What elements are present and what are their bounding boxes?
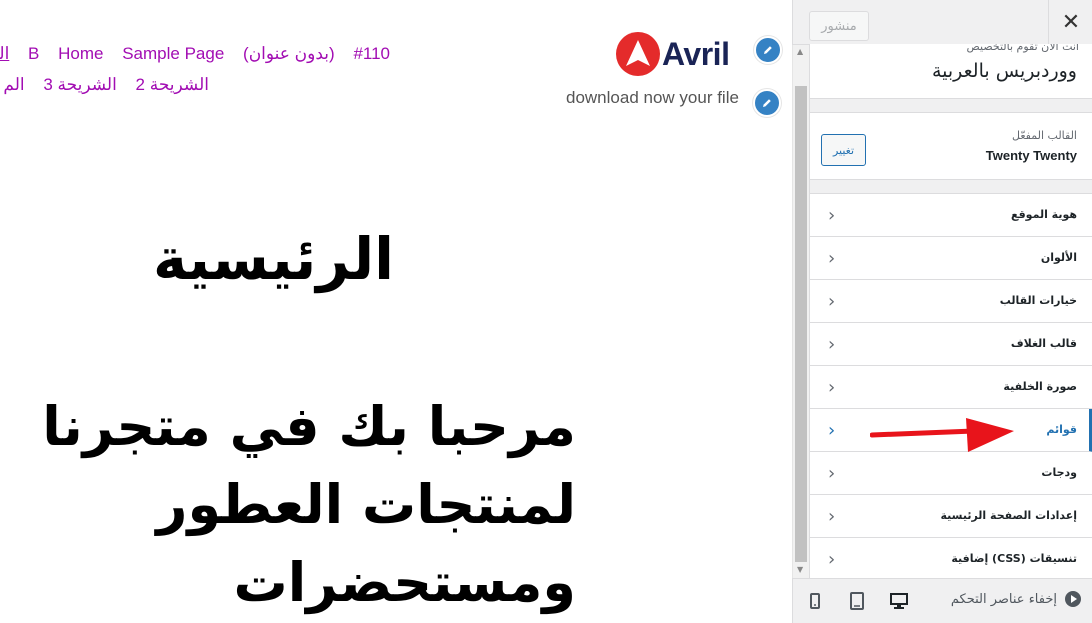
site-info: أنت الآن تقوم بالتخصيص ووردبريس بالعربية [810, 44, 1092, 99]
menu-item[interactable]: الر [0, 44, 9, 63]
section-label: إعدادات الصفحة الرئيسية [940, 509, 1077, 522]
menu-item[interactable]: B [28, 44, 39, 63]
hide-controls-button[interactable]: إخفاء عناصر التحكم [951, 591, 1081, 607]
change-theme-button[interactable]: تغيير [821, 134, 866, 166]
menu-item[interactable]: Sample Page [122, 44, 224, 63]
menu-item[interactable]: Home [58, 44, 103, 63]
preview-scrollbar[interactable]: ▲ ▼ [792, 44, 810, 578]
publish-button[interactable]: منشور [809, 11, 869, 41]
mobile-preview-icon[interactable] [805, 591, 825, 611]
collapse-arrow-icon [1065, 591, 1081, 607]
section-label: قالب الغلاف [1010, 337, 1077, 350]
customizer-header: منشور ✕ [792, 0, 1092, 45]
section-label: تنسيقات (CSS) إضافية [951, 552, 1077, 565]
section-widgets[interactable]: ودجات ‹ [810, 452, 1092, 495]
menu-item[interactable]: الم [3, 75, 24, 94]
logo-text: Avril [662, 35, 730, 72]
menu-item[interactable]: #110 [353, 44, 390, 63]
chevron-left-icon: ‹ [828, 463, 836, 484]
page-title: الرئيسية [152, 225, 394, 293]
section-label: ودجات [1041, 466, 1077, 479]
tablet-preview-icon[interactable] [847, 591, 867, 611]
menu-item[interactable]: (بدون عنوان) [243, 44, 335, 63]
logo-mark-icon [616, 32, 660, 76]
section-colors[interactable]: الألوان ‹ [810, 237, 1092, 280]
section-label: صورة الخلفية [1003, 380, 1077, 393]
section-theme-options[interactable]: خيارات القالب ‹ [810, 280, 1092, 323]
red-arrow-annotation [870, 418, 1014, 452]
customizer-footer: إخفاء عناصر التحكم [792, 578, 1092, 623]
section-label: خيارات القالب [999, 294, 1077, 307]
section-label: قوائم [1046, 423, 1077, 436]
site-preview: #110 (بدون عنوان) B Home Sample Page الر… [0, 0, 792, 622]
scroll-down-arrow-icon[interactable]: ▼ [797, 566, 803, 574]
chevron-left-icon: ‹ [828, 420, 836, 441]
hide-controls-label: إخفاء عناصر التحكم [950, 591, 1057, 607]
scroll-thumb[interactable] [795, 86, 807, 562]
active-theme-label: القالب المفعّل [1012, 129, 1077, 142]
chevron-left-icon: ‹ [828, 205, 836, 226]
section-label: الألوان [1040, 251, 1077, 264]
customizer-sections: هوية الموقع ‹ الألوان ‹ خيارات القالب ‹ … [810, 193, 1092, 578]
menu-item[interactable]: الشريحة 3 [43, 75, 116, 94]
chevron-left-icon: ‹ [828, 291, 836, 312]
active-theme-section: القالب المفعّل Twenty Twenty تغيير [810, 112, 1092, 180]
site-tagline: download now your file [566, 88, 739, 107]
site-logo[interactable]: Avril [616, 31, 752, 77]
section-background-image[interactable]: صورة الخلفية ‹ [810, 366, 1092, 409]
site-title: ووردبريس بالعربية [931, 60, 1077, 82]
section-cover-template[interactable]: قالب الغلاف ‹ [810, 323, 1092, 366]
section-additional-css[interactable]: تنسيقات (CSS) إضافية ‹ [810, 538, 1092, 578]
primary-menu-row-2: الشريحة 2 الشريحة 3 الم [0, 75, 209, 95]
theme-name: Twenty Twenty [985, 148, 1077, 163]
close-icon[interactable]: ✕ [1048, 0, 1092, 44]
section-label: هوية الموقع [1010, 208, 1077, 221]
chevron-left-icon: ‹ [828, 506, 836, 527]
welcome-heading: مرحبا بك في متجرنا لمنتجات العطور ومستحض… [42, 395, 576, 614]
desktop-preview-icon[interactable] [889, 591, 909, 611]
edit-tagline-pencil-icon[interactable] [753, 89, 781, 117]
primary-menu: #110 (بدون عنوان) B Home Sample Page الر [0, 44, 390, 64]
customizer-panel: أنت الآن تقوم بالتخصيص ووردبريس بالعربية… [809, 44, 1092, 578]
chevron-left-icon: ‹ [828, 549, 836, 570]
chevron-left-icon: ‹ [828, 334, 836, 355]
scroll-up-arrow-icon[interactable]: ▲ [797, 48, 803, 56]
customizing-label: أنت الآن تقوم بالتخصيص [966, 44, 1079, 53]
edit-logo-pencil-icon[interactable] [754, 36, 782, 64]
menu-item[interactable]: الشريحة 2 [136, 75, 209, 94]
section-homepage-settings[interactable]: إعدادات الصفحة الرئيسية ‹ [810, 495, 1092, 538]
chevron-left-icon: ‹ [828, 248, 836, 269]
chevron-left-icon: ‹ [828, 377, 836, 398]
section-site-identity[interactable]: هوية الموقع ‹ [810, 194, 1092, 237]
